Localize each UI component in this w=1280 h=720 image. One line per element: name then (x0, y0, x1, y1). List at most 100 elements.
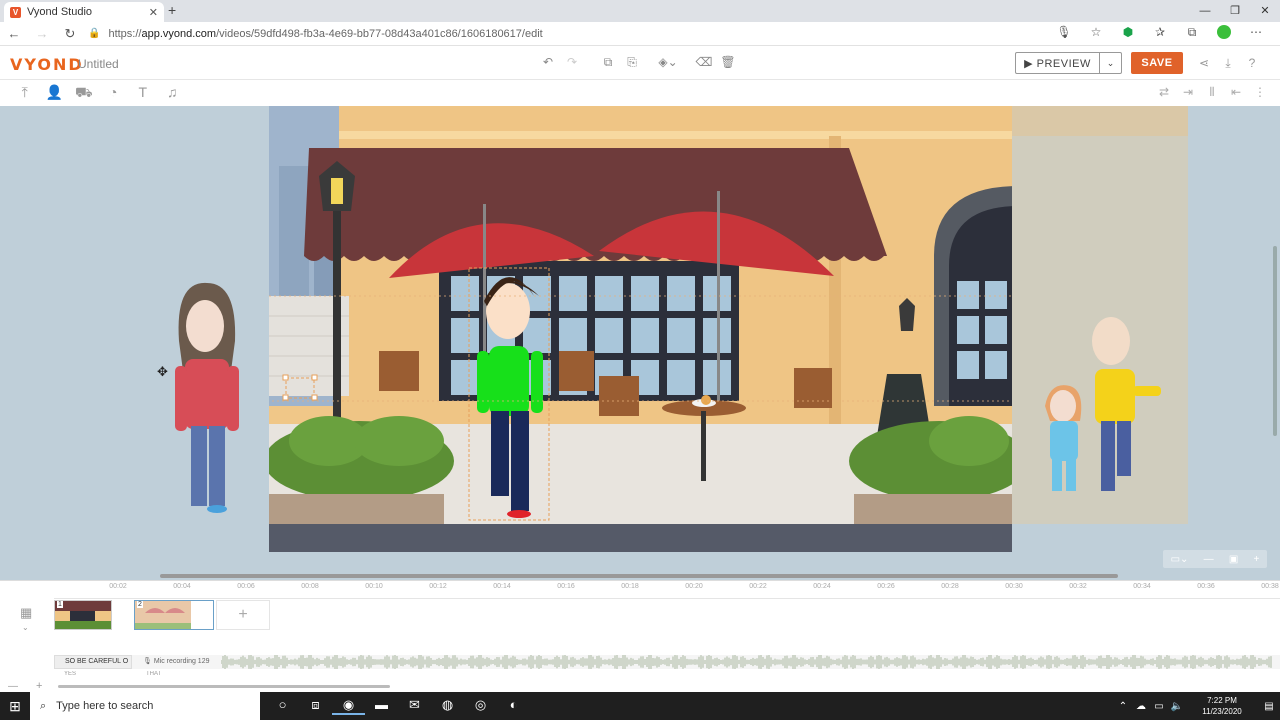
notifications-icon[interactable]: ▤ (1258, 701, 1280, 712)
mic-recording-clip[interactable]: 🎙 Mic recording 129 (137, 655, 221, 669)
props-icon[interactable]: ⛟ (69, 84, 99, 103)
windows-taskbar: ⊞ ⌕ Type here to search ○ ⧈ ◉ ▬ ✉ ◍ ◎ ◐ … (0, 692, 1280, 720)
network-icon[interactable]: ▭ (1150, 701, 1168, 712)
back-icon[interactable]: ← (0, 26, 28, 41)
file-explorer-icon[interactable]: ▬ (365, 697, 398, 715)
preview-button[interactable]: ▶ PREVIEW ⌄ (1015, 52, 1122, 74)
scenes-collapse-icon[interactable]: ⌄ (22, 623, 29, 632)
audio-icon[interactable]: ♫ (158, 84, 188, 103)
edge-browser-icon[interactable]: ◉ (332, 697, 365, 715)
timeline-tick: 00:04 (173, 583, 191, 590)
paste-icon[interactable]: ⎘ (620, 55, 644, 70)
stage-vertical-scrollbar[interactable] (1273, 246, 1277, 436)
scene-number: 1 (57, 601, 63, 608)
window-controls: — ❐ ✕ (1190, 0, 1280, 22)
chrome-icon[interactable]: ◍ (431, 697, 464, 715)
timeline-tick: 00:14 (493, 583, 511, 590)
woman-character[interactable] (165, 281, 255, 516)
volume-icon[interactable]: 🔈 (1168, 701, 1186, 712)
profile-avatar[interactable] (1208, 25, 1240, 42)
task-view-icon[interactable]: ⧈ (299, 697, 332, 715)
upload-icon[interactable]: ⤒ (10, 84, 40, 103)
search-placeholder: Type here to search (56, 700, 154, 712)
app-icon[interactable]: ◎ (464, 697, 497, 715)
reload-icon[interactable]: ↻ (56, 26, 84, 42)
timeline-scrollbar[interactable] (58, 685, 390, 688)
stage-horizontal-scrollbar[interactable] (160, 574, 1118, 578)
timeline-zoom-out-icon[interactable]: — (8, 681, 18, 692)
taskbar-search[interactable]: ⌕ Type here to search (30, 692, 260, 720)
tray-chevron-icon[interactable]: ⌃ (1114, 701, 1132, 712)
camera-view-icon[interactable]: ▭⌄ (1171, 554, 1189, 565)
more-options-icon[interactable]: ⋮ (1248, 85, 1272, 100)
vyond-logo[interactable]: VYOND (10, 55, 84, 74)
favorites-icon[interactable]: ✰ (1144, 25, 1176, 42)
bookmark-star-icon[interactable]: ☆ (1080, 25, 1112, 42)
close-tab-icon[interactable]: ✕ (149, 6, 158, 19)
windows-start-icon[interactable]: ⊞ (0, 698, 30, 715)
cortana-icon[interactable]: ○ (266, 697, 299, 715)
character-icon[interactable]: 👤 (40, 84, 70, 103)
copy-icon[interactable]: ⧉ (596, 55, 620, 70)
delete-icon[interactable]: 🗑 (716, 55, 740, 70)
shield-extension-icon[interactable]: ⬢ (1112, 25, 1144, 42)
scene-thumbnail-1[interactable]: 1 (54, 600, 112, 630)
redo-icon[interactable]: ↷ (560, 55, 584, 70)
audio-track-2[interactable]: YES THAT (54, 671, 1280, 679)
timeline-tick: 00:32 (1069, 583, 1087, 590)
add-scene-button[interactable]: + (216, 600, 270, 630)
url-path: /videos/59dfd498-fb3a-4e69-bb77-08d43a40… (216, 27, 543, 40)
close-window-icon[interactable]: ✕ (1250, 0, 1280, 22)
fit-screen-icon[interactable]: ▣ (1229, 554, 1238, 565)
cafe-background-illustration (269, 106, 1012, 552)
forward-icon[interactable]: → (28, 26, 56, 41)
scene-thumbnail-2[interactable]: 2 (134, 600, 214, 630)
audio-clip-label[interactable]: SO BE CAREFUL O (54, 655, 132, 669)
system-tray: ⌃ ☁ ▭ 🔈 7:22 PM 11/23/2020 ▤ (1114, 692, 1280, 720)
scenes-icon[interactable]: ▦ (20, 605, 32, 621)
search-icon: ⌕ (40, 699, 47, 712)
minimize-icon[interactable]: — (1190, 0, 1220, 22)
swap-icon[interactable]: ⇄ (1152, 85, 1176, 100)
zoom-in-icon[interactable]: + (1254, 554, 1260, 565)
url-field[interactable]: 🔒 https://app.vyond.com/videos/59dfd498-… (84, 24, 1048, 44)
help-icon[interactable]: ? (1240, 56, 1264, 71)
preview-dropdown-icon[interactable]: ⌄ (1099, 53, 1121, 73)
more-menu-icon[interactable]: ⋯ (1240, 25, 1272, 42)
timeline-ruler[interactable]: 00:02 00:04 00:06 00:08 00:10 00:12 00:14 00:16… (54, 581, 1280, 599)
text-icon[interactable]: T (128, 84, 158, 103)
collections-icon[interactable]: ⧉ (1176, 25, 1208, 42)
eraser-icon[interactable]: ⌫ (692, 55, 716, 70)
zoom-out-icon[interactable]: — (1204, 554, 1214, 565)
clock[interactable]: 7:22 PM 11/23/2020 (1192, 695, 1252, 717)
timeline-panel: 00:02 00:04 00:06 00:08 00:10 00:12 00:14 00:16… (0, 574, 1280, 692)
layers-icon[interactable]: ◈⌄ (656, 55, 680, 70)
microphone-icon[interactable]: 🎙 (1048, 25, 1080, 42)
document-title[interactable]: Untitled (78, 57, 119, 71)
timeline-tick: 00:38 (1261, 583, 1279, 590)
url-prefix: https:// (108, 27, 142, 40)
exit-effect-icon[interactable]: ⇤ (1224, 85, 1248, 100)
download-icon[interactable]: ⤓ (1216, 56, 1240, 71)
audio-track[interactable]: SO BE CAREFUL O 🎙 Mic recording 129 (54, 655, 1280, 669)
browser-tab[interactable]: V Vyond Studio ✕ (4, 2, 164, 22)
obs-icon[interactable]: ◐ (497, 697, 530, 715)
timeline-tick: 00:16 (557, 583, 575, 590)
timeline-tick: 00:22 (749, 583, 767, 590)
restore-icon[interactable]: ❐ (1220, 0, 1250, 22)
undo-icon[interactable]: ↶ (536, 55, 560, 70)
cafe-scene-canvas[interactable] (269, 106, 1012, 552)
chart-icon[interactable]: ◔ (99, 84, 129, 103)
save-button[interactable]: SAVE (1131, 52, 1183, 74)
cloud-icon[interactable]: ☁ (1132, 701, 1150, 712)
timeline-tick: 00:18 (621, 583, 639, 590)
stage-area[interactable]: ✥ ▭⌄ — ▣ + (0, 106, 1280, 580)
timeline-zoom-in-icon[interactable]: + (36, 680, 42, 692)
new-tab-icon[interactable]: + (168, 2, 176, 18)
motion-path-icon[interactable]: ⦀ (1200, 85, 1224, 100)
share-icon[interactable]: ⋖ (1192, 56, 1216, 71)
mail-icon[interactable]: ✉ (398, 697, 431, 715)
address-bar: ← → ↻ 🔒 https://app.vyond.com/videos/59d… (0, 22, 1280, 46)
girl-character[interactable] (1030, 381, 1100, 501)
enter-effect-icon[interactable]: ⇥ (1176, 85, 1200, 100)
